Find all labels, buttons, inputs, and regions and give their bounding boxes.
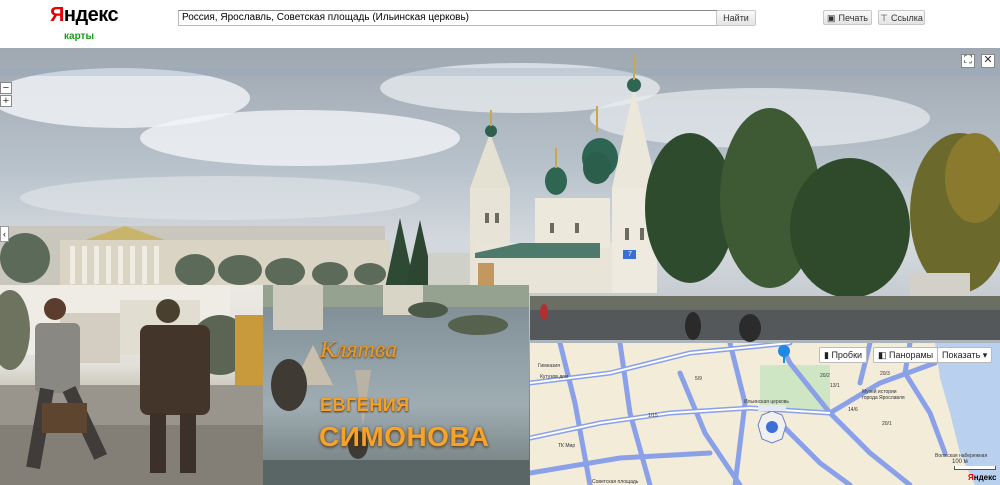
- map-label: Ильинская церковь: [744, 399, 789, 405]
- map-label: 5/9: [695, 376, 702, 382]
- video-scene: [0, 285, 263, 485]
- traffic-button[interactable]: ▮ Пробки: [819, 347, 868, 363]
- street-video-still: [0, 285, 263, 485]
- search-input[interactable]: [178, 10, 720, 26]
- print-label: Печать: [838, 13, 868, 23]
- pan-left-arrow-icon[interactable]: ‹: [0, 226, 9, 242]
- pin-icon: ⊤: [880, 13, 888, 23]
- yandex-logo[interactable]: Яндекс: [50, 4, 119, 27]
- map-label: города Ярославля: [862, 395, 905, 401]
- logo-first-letter: Я: [50, 4, 64, 26]
- film-author-last-name: СИМОНОВА: [319, 421, 490, 452]
- chevron-down-icon: ▾: [980, 350, 988, 360]
- panorama-marker[interactable]: 7: [624, 250, 636, 259]
- map-logo-rest: ндекс: [973, 473, 997, 482]
- link-label: Ссылка: [890, 13, 923, 23]
- print-button[interactable]: ▣ Печать: [823, 10, 872, 25]
- maps-service-label[interactable]: карты: [64, 31, 94, 42]
- film-author-first-name: ЕВГЕНИЯ: [320, 395, 410, 415]
- map-scale-label: 100 м: [952, 459, 968, 465]
- panorama-label: Панорамы: [889, 350, 934, 360]
- zoom-out-button[interactable]: −: [0, 82, 12, 94]
- fullscreen-icon[interactable]: ⛶: [961, 54, 975, 68]
- zoom-in-button[interactable]: +: [0, 95, 12, 107]
- map-label: 14/6: [848, 407, 858, 413]
- city-map[interactable]: Гимназия Кутузов дом Ильинская церковь М…: [530, 343, 1000, 485]
- map-label: 13/1: [830, 383, 840, 389]
- link-button[interactable]: ⊤ Ссылка: [878, 10, 925, 25]
- film-scene: [263, 285, 529, 485]
- map-canvas: [530, 343, 1000, 485]
- map-label: 20/2: [820, 373, 830, 379]
- map-label: ТК Мир: [558, 443, 576, 449]
- map-label: Советская площадь: [592, 479, 639, 485]
- find-button[interactable]: Найти: [716, 10, 756, 26]
- show-label: Показать: [942, 350, 981, 360]
- close-icon[interactable]: ✕: [981, 54, 995, 68]
- map-label: Гимназия: [538, 363, 560, 369]
- map-label: 20/3: [880, 371, 890, 377]
- panorama-icon: ◧: [878, 350, 890, 360]
- film-title-card: Клятва ЕВГЕНИЯ СИМОНОВА: [263, 285, 529, 485]
- traffic-label: Пробки: [831, 350, 863, 360]
- logo-rest: ндекс: [63, 4, 119, 26]
- show-layers-dropdown[interactable]: Показать ▾: [937, 347, 993, 363]
- map-label: Кутузов дом: [540, 374, 569, 380]
- printer-icon: ▣: [827, 13, 836, 23]
- film-title: Клятва: [320, 337, 398, 363]
- map-label: 20/1: [882, 421, 892, 427]
- map-label: 1/15: [648, 413, 658, 419]
- map-scale-bar: [954, 466, 996, 470]
- map-yandex-logo[interactable]: Яндекс: [968, 473, 996, 482]
- header: Яндекс карты Найти ▣Печать ⊤Ссылка: [0, 0, 1000, 48]
- panorama-button[interactable]: ◧ Панорамы: [873, 347, 939, 363]
